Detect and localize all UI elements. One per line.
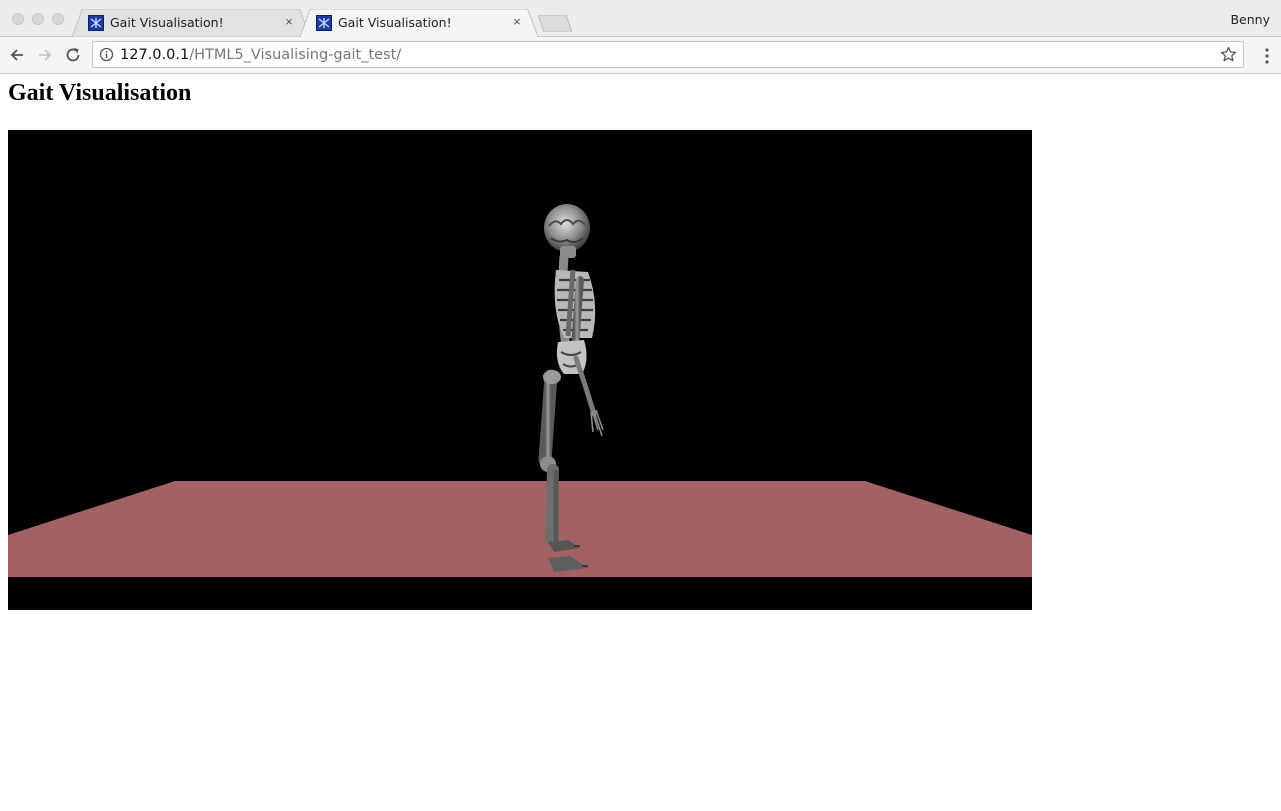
menu-kebab-icon[interactable]: [1264, 47, 1270, 65]
info-icon[interactable]: [99, 47, 114, 62]
favicon-icon: [88, 15, 104, 31]
window-zoom-button[interactable]: [52, 13, 64, 25]
tab-1-title: Gait Visualisation!: [110, 15, 224, 30]
url-host: 127.0.0.1: [120, 47, 190, 63]
tab-2[interactable]: Gait Visualisation! ×: [300, 9, 538, 37]
url-text[interactable]: 127.0.0.1/HTML5_Visualising-gait_test/: [120, 47, 401, 63]
gait-canvas[interactable]: [8, 130, 1032, 610]
tab-2-title: Gait Visualisation!: [338, 15, 452, 30]
bookmark-star-icon[interactable]: [1220, 46, 1237, 63]
address-bar[interactable]: 127.0.0.1/HTML5_Visualising-gait_test/: [92, 41, 1244, 68]
browser-toolbar: 127.0.0.1/HTML5_Visualising-gait_test/: [0, 37, 1281, 74]
tab-1[interactable]: Gait Visualisation! ×: [72, 9, 310, 37]
gait-scene: [8, 204, 1032, 577]
back-arrow-icon[interactable]: [8, 46, 26, 64]
close-icon[interactable]: ×: [282, 14, 296, 30]
page-title: Gait Visualisation: [8, 80, 192, 106]
favicon-icon: [316, 15, 332, 31]
floor-plane: [8, 481, 1032, 577]
new-tab-button[interactable]: [538, 15, 572, 32]
forward-arrow-icon[interactable]: [36, 46, 54, 64]
reload-icon[interactable]: [64, 46, 82, 64]
tab-strip: Gait Visualisation! × Gait Visualisation…: [0, 0, 1281, 37]
profile-name[interactable]: Benny: [1230, 12, 1270, 27]
close-icon[interactable]: ×: [510, 14, 524, 30]
window-minimize-button[interactable]: [32, 13, 44, 25]
url-path: /HTML5_Visualising-gait_test/: [189, 47, 402, 63]
window-close-button[interactable]: [12, 13, 24, 25]
